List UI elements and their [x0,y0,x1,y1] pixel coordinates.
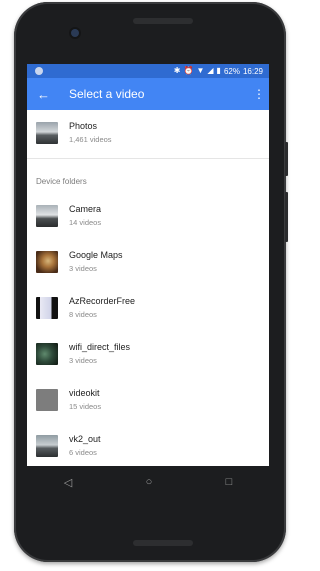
bluetooth-icon: ✱ [173,66,181,75]
back-arrow-icon[interactable]: ← [37,87,59,102]
item-count: 8 videos [69,310,97,319]
item-count: 14 videos [69,218,102,227]
item-title: Photos [69,121,98,131]
top-speaker [133,18,193,24]
item-title: vk2_out [69,434,101,444]
item-title: videokit [69,388,100,398]
alarm-icon: ⏰ [183,66,194,75]
item-title: wifi_direct_files [69,342,131,352]
list-item-camera[interactable]: Camera 14 videos [27,193,269,239]
signal-icon: ◢ [207,66,214,75]
item-count: 6 videos [69,448,97,457]
list-item-photos[interactable]: Photos 1,461 videos [27,110,269,156]
front-camera [71,29,79,37]
folder-thumbnail [36,343,58,365]
system-nav-bar: ◁ ○ □ [27,466,269,498]
list-item-vk2-out[interactable]: vk2_out 6 videos [27,423,269,466]
folder-thumbnail [36,297,58,319]
nav-back-icon[interactable]: ◁ [64,476,72,489]
power-button [285,142,288,176]
item-title: Camera [69,204,102,214]
volume-button [285,192,288,242]
overflow-menu-icon[interactable]: ⋮ [253,87,265,101]
folder-thumbnail [36,435,58,457]
video-source-list: Photos 1,461 videos Device folders Camer… [27,110,269,466]
status-time: 16:29 [242,66,263,76]
item-count: 3 videos [69,264,97,273]
bottom-speaker [133,540,193,546]
screen: ✱ ⏰ ▼ ◢ ▮ 62% 16:29 ← Select a video ⋮ P… [27,64,269,466]
app-bar: ← Select a video ⋮ [27,78,269,110]
nav-home-icon[interactable]: ○ [146,476,153,488]
item-count: 1,461 videos [69,135,112,144]
list-item-wifi-direct-files[interactable]: wifi_direct_files 3 videos [27,331,269,377]
nav-recents-icon[interactable]: □ [226,476,233,488]
item-title: AzRecorderFree [69,296,136,306]
folder-thumbnail [36,251,58,273]
list-item-videokit[interactable]: videokit 15 videos [27,377,269,423]
item-title: Google Maps [69,250,123,260]
item-count: 15 videos [69,402,102,411]
list-item-google-maps[interactable]: Google Maps 3 videos [27,239,269,285]
page-title: Select a video [69,87,145,101]
folder-thumbnail [36,389,58,411]
list-item-azrecorderfree[interactable]: AzRecorderFree 8 videos [27,285,269,331]
notification-icon [35,67,43,75]
status-bar: ✱ ⏰ ▼ ◢ ▮ 62% 16:29 [27,64,269,78]
battery-percent: 62% [223,66,240,76]
section-header: Device folders [36,177,87,186]
folder-thumbnail [36,205,58,227]
battery-icon: ▮ [216,66,221,75]
wifi-icon: ▼ [196,66,205,75]
item-count: 3 videos [69,356,97,365]
photos-thumbnail [36,122,58,144]
